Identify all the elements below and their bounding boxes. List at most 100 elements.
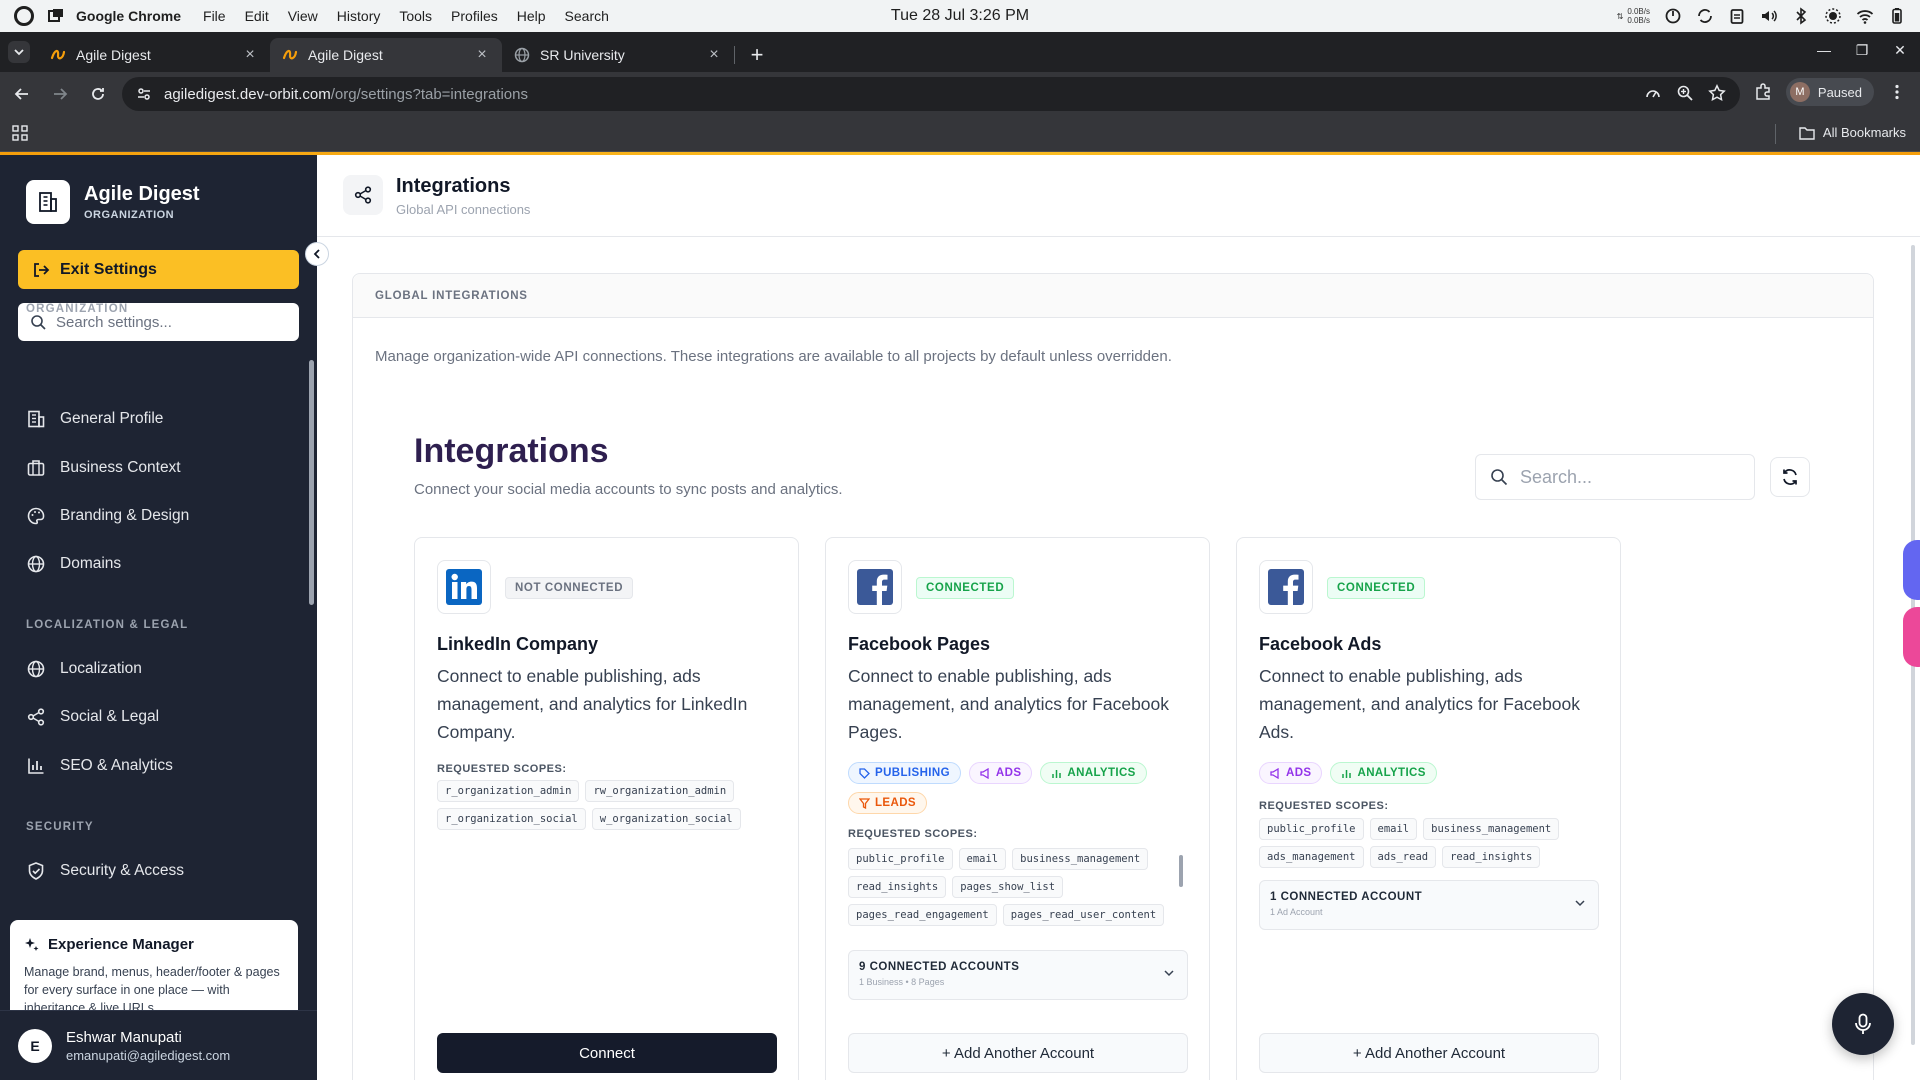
sidebar-item-branding-design[interactable]: Branding & Design bbox=[26, 506, 189, 526]
integrations-subtitle: Connect your social media accounts to sy… bbox=[414, 481, 843, 498]
refresh-icon bbox=[1783, 469, 1797, 485]
floating-widget-tab[interactable] bbox=[1903, 540, 1920, 600]
experience-manager-title: Experience Manager bbox=[48, 936, 194, 953]
minimize-icon[interactable]: — bbox=[1814, 40, 1834, 60]
omnibox-actions bbox=[1644, 84, 1726, 102]
category-label: ANALYTICS bbox=[1357, 767, 1426, 779]
url-host: agiledigest.dev-orbit.com bbox=[164, 85, 331, 103]
scopes-scrollbar[interactable] bbox=[1179, 855, 1183, 887]
os-menu-view[interactable]: View bbox=[288, 8, 318, 24]
sidebar-item-social-legal[interactable]: Social & Legal bbox=[26, 707, 159, 727]
sidebar-item-localization[interactable]: Localization bbox=[26, 659, 142, 679]
os-app-name[interactable]: Google Chrome bbox=[76, 8, 181, 24]
bookmark-star-icon[interactable] bbox=[1708, 84, 1726, 102]
scope-tag: r_organization_social bbox=[437, 808, 586, 830]
integrations-search-input[interactable]: Search... bbox=[1475, 454, 1755, 500]
globe-icon bbox=[27, 555, 45, 573]
all-bookmarks-label: All Bookmarks bbox=[1822, 125, 1906, 140]
sidebar-scrollbar[interactable] bbox=[309, 360, 314, 605]
category-tag-analytics: ANALYTICS bbox=[1330, 762, 1437, 784]
sidebar-item-domains[interactable]: Domains bbox=[26, 554, 121, 574]
add-another-account-button[interactable]: + Add Another Account bbox=[848, 1033, 1188, 1073]
os-menu-history[interactable]: History bbox=[337, 8, 381, 24]
floating-widget-tab[interactable] bbox=[1903, 607, 1920, 667]
browser-tab-1[interactable]: Agile Digest × bbox=[38, 38, 270, 72]
scope-list: public_profile email business_management… bbox=[848, 848, 1173, 928]
power-icon[interactable] bbox=[1664, 7, 1682, 25]
settings-main: Integrations Global API connections GLOB… bbox=[317, 155, 1920, 1080]
user-email: emanupati@agiledigest.com bbox=[66, 1047, 231, 1063]
os-menu-profiles[interactable]: Profiles bbox=[451, 8, 498, 24]
add-another-account-button[interactable]: + Add Another Account bbox=[1259, 1033, 1599, 1073]
globe-icon bbox=[27, 660, 45, 678]
org-type: ORGANIZATION bbox=[84, 209, 175, 221]
current-user[interactable]: E Eshwar Manupati emanupati@agiledigest.… bbox=[0, 1010, 317, 1080]
scope-tag: ads_read bbox=[1369, 846, 1437, 868]
sync-icon[interactable] bbox=[1696, 7, 1714, 25]
exit-settings-button[interactable]: Exit Settings bbox=[18, 250, 299, 289]
more-vertical-icon[interactable] bbox=[1888, 83, 1906, 101]
close-window-icon[interactable]: ✕ bbox=[1890, 40, 1910, 60]
experience-manager-card[interactable]: Experience Manager Manage brand, menus, … bbox=[10, 920, 298, 1010]
address-bar[interactable]: agiledigest.dev-orbit.com/org/settings?t… bbox=[122, 77, 1740, 111]
user-name: Eshwar Manupati bbox=[66, 1028, 182, 1046]
new-tab-plus-icon[interactable]: + bbox=[743, 41, 771, 69]
os-menu-file[interactable]: File bbox=[203, 8, 226, 24]
volume-icon[interactable] bbox=[1760, 7, 1778, 25]
scope-tag: business_management bbox=[1423, 818, 1560, 840]
collapse-sidebar-button[interactable] bbox=[305, 242, 329, 266]
bar-chart-icon bbox=[1052, 769, 1062, 778]
bluetooth-icon[interactable] bbox=[1792, 7, 1810, 25]
browser-tab-strip: Agile Digest × Agile Digest × SR Univers… bbox=[0, 32, 1920, 72]
connect-button[interactable]: Connect bbox=[437, 1033, 777, 1073]
sidebar-item-label: Social & Legal bbox=[60, 708, 160, 725]
settings-sidebar: Agile Digest ORGANIZATION Exit Settings … bbox=[0, 155, 329, 1080]
browser-toolbar: agiledigest.dev-orbit.com/org/settings?t… bbox=[0, 72, 1920, 116]
all-bookmarks-button[interactable]: All Bookmarks bbox=[1799, 125, 1906, 140]
forward-button[interactable] bbox=[44, 78, 76, 110]
scope-tag: public_profile bbox=[848, 848, 953, 870]
sidebar-item-general-profile[interactable]: General Profile bbox=[26, 409, 163, 429]
profile-button[interactable]: M Paused bbox=[1785, 78, 1874, 106]
back-button[interactable] bbox=[6, 78, 38, 110]
scope-tag: business_management bbox=[1012, 848, 1149, 870]
connected-accounts-dropdown[interactable]: 9 CONNECTED ACCOUNTS 1 Business • 8 Page… bbox=[848, 950, 1188, 1000]
os-menu-help[interactable]: Help bbox=[517, 8, 546, 24]
card-title: Facebook Pages bbox=[848, 634, 991, 654]
extensions-icon[interactable] bbox=[1754, 83, 1772, 101]
os-menu-search[interactable]: Search bbox=[565, 8, 609, 24]
sidebar-item-security-access[interactable]: Security & Access bbox=[26, 861, 184, 881]
apps-grid-icon[interactable] bbox=[12, 125, 28, 141]
scope-tag: email bbox=[1369, 818, 1418, 840]
tab-close-icon[interactable]: × bbox=[242, 47, 258, 63]
briefcase-icon bbox=[27, 460, 45, 476]
integrations-search-placeholder: Search... bbox=[1520, 466, 1593, 487]
battery-icon[interactable] bbox=[1888, 7, 1906, 25]
brightness-icon[interactable] bbox=[1824, 7, 1842, 25]
url-text: agiledigest.dev-orbit.com/org/settings?t… bbox=[164, 86, 528, 103]
os-menu-tools[interactable]: Tools bbox=[399, 8, 432, 24]
reload-button[interactable] bbox=[82, 78, 114, 110]
performance-icon[interactable] bbox=[1644, 84, 1662, 102]
voice-assistant-button[interactable] bbox=[1832, 993, 1894, 1055]
tab-close-icon[interactable]: × bbox=[474, 47, 490, 63]
connected-accounts-title: 9 CONNECTED ACCOUNTS bbox=[859, 961, 1020, 973]
clipboard-icon[interactable] bbox=[1728, 7, 1746, 25]
sidebar-item-business-context[interactable]: Business Context bbox=[26, 458, 181, 478]
zoom-icon[interactable] bbox=[1676, 84, 1694, 102]
shield-icon bbox=[28, 862, 44, 880]
browser-tab-2-active[interactable]: Agile Digest × bbox=[270, 38, 502, 72]
wifi-icon[interactable] bbox=[1856, 7, 1874, 25]
tab-search-button[interactable] bbox=[8, 41, 30, 63]
connected-accounts-dropdown[interactable]: 1 CONNECTED ACCOUNT 1 Ad Account bbox=[1259, 880, 1599, 930]
os-menu-edit[interactable]: Edit bbox=[245, 8, 269, 24]
os-logo-icon[interactable] bbox=[14, 6, 34, 26]
sidebar-item-seo-analytics[interactable]: SEO & Analytics bbox=[26, 756, 173, 776]
updown-arrow-icon: ⇅ bbox=[1616, 11, 1624, 21]
refresh-button[interactable] bbox=[1770, 457, 1810, 497]
tab-close-icon[interactable]: × bbox=[706, 47, 722, 63]
reload-icon bbox=[92, 88, 104, 100]
maximize-icon[interactable]: ❐ bbox=[1852, 40, 1872, 60]
browser-tab-3[interactable]: SR University × bbox=[502, 38, 734, 72]
site-settings-icon[interactable] bbox=[136, 86, 152, 102]
